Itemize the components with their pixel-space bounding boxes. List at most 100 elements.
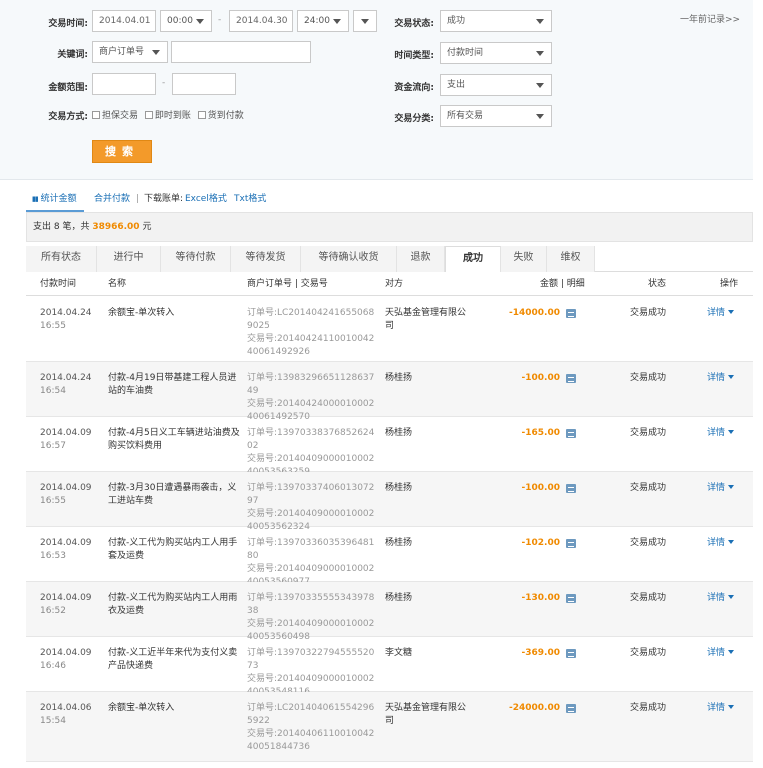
tab-awaiting-confirm[interactable]: 等待确认收货 (301, 246, 397, 272)
keyword-type-select[interactable]: 商户订单号 (92, 41, 168, 63)
detail-note-icon[interactable] (566, 704, 576, 713)
row-details-link[interactable]: 详情 (707, 427, 747, 440)
summary-bar: 支出 8 笔，共 38966.00 元 (26, 212, 753, 242)
chevron-down-icon (728, 485, 735, 489)
method-cod[interactable]: 货到付款 (197, 111, 244, 121)
chevron-down-icon (728, 375, 735, 379)
flow-label: 资金流向: (394, 83, 434, 93)
timetype-value: 付款时间 (447, 48, 484, 58)
chevron-down-icon (333, 19, 341, 24)
row-time: 2014.04.06 15:54 (40, 702, 100, 728)
row-clock: 16:52 (40, 606, 66, 616)
method-cod-label: 货到付款 (207, 111, 244, 121)
keyword-label: 关键词: (57, 50, 88, 60)
flow-value: 支出 (447, 80, 466, 90)
category-select[interactable]: 所有交易 (440, 105, 552, 127)
row-details-link[interactable]: 详情 (707, 537, 747, 550)
row-date: 2014.04.06 (40, 703, 92, 713)
row-amount: -102.00 (521, 538, 560, 548)
tab-success[interactable]: 成功 (445, 246, 501, 273)
date-to-input[interactable]: 2014.04.30 (229, 10, 293, 32)
search-button[interactable]: 搜索 (92, 140, 152, 163)
amount-dash: - (162, 78, 166, 88)
row-order-no: 订单号:LC2014042416550689025 (247, 308, 375, 331)
txt-download-link[interactable]: Txt格式 (234, 186, 266, 212)
detail-note-icon[interactable] (566, 594, 576, 603)
tab-awaiting-shipment[interactable]: 等待发货 (231, 246, 301, 272)
table-row: 2014.04.24 16:54 付款-4月19日带基建工程人员进站的车油费 订单号:… (26, 362, 753, 422)
detail-note-icon[interactable] (566, 649, 576, 658)
time-from-select[interactable]: 00:00 (160, 10, 212, 32)
merge-pay-link[interactable]: 合并付款 (94, 186, 130, 212)
checkbox-icon (92, 111, 100, 119)
excel-download-link[interactable]: Excel格式 (185, 186, 227, 212)
row-details-label: 详情 (707, 648, 726, 658)
row-time: 2014.04.09 16:46 (40, 647, 100, 673)
summary-amount: 38966.00 (92, 222, 140, 232)
detail-note-icon[interactable] (566, 374, 576, 383)
date-from-input[interactable]: 2014.04.01 (92, 10, 156, 32)
tab-refund[interactable]: 退款 (397, 246, 445, 272)
tab-awaiting-payment[interactable]: 等待付款 (161, 246, 231, 272)
method-escrow[interactable]: 担保交易 (92, 111, 138, 121)
row-date: 2014.04.09 (40, 538, 92, 548)
chevron-down-icon (536, 51, 544, 56)
detail-note-icon[interactable] (566, 429, 576, 438)
filter-panel: 交易时间: 2014.04.01 00:00 - 2014.04.30 24:0… (0, 0, 753, 180)
tab-in-progress[interactable]: 进行中 (97, 246, 161, 272)
status-select[interactable]: 成功 (440, 10, 552, 32)
stat-amount-tab[interactable]: ▮▮ 统计金额 (26, 186, 84, 212)
row-details-link[interactable]: 详情 (707, 592, 747, 605)
col-op: 操作 (720, 279, 739, 289)
row-order-no: 订单号:LC2014040615542965922 (247, 703, 375, 726)
row-amount: -14000.00 (509, 308, 560, 318)
detail-note-icon[interactable] (566, 309, 576, 318)
status-value: 成功 (447, 16, 466, 26)
method-label: 交易方式: (48, 112, 88, 122)
row-date: 2014.04.09 (40, 648, 92, 658)
row-time: 2014.04.09 16:52 (40, 592, 100, 618)
table-row: 2014.04.09 16:57 付款-4月5日义工车辆进站油费及购买饮料费用 订单号… (26, 417, 753, 477)
timetype-select[interactable]: 付款时间 (440, 42, 552, 64)
time-to-select[interactable]: 24:00 (297, 10, 349, 32)
amount-max-input[interactable] (172, 73, 236, 95)
method-instant[interactable]: 即时到账 (144, 111, 191, 121)
sub-toolbar: ▮▮ 统计金额 合并付款 | 下载账单: Excel格式 Txt格式 (26, 186, 753, 212)
row-clock: 16:57 (40, 441, 66, 451)
chevron-down-icon (728, 705, 735, 709)
row-details-link[interactable]: 详情 (707, 647, 747, 660)
row-party: 杨桂扬 (385, 593, 413, 603)
row-name: 余额宝-单次转入 (108, 703, 175, 713)
row-clock: 16:46 (40, 661, 66, 671)
row-trade-no: 交易号:2014042411001004240061492926 (247, 334, 375, 357)
chevron-down-icon (536, 114, 544, 119)
row-details-link[interactable]: 详情 (707, 307, 747, 320)
detail-note-icon[interactable] (566, 539, 576, 548)
row-details-link[interactable]: 详情 (707, 702, 747, 715)
flow-select[interactable]: 支出 (440, 74, 552, 96)
row-name: 付款-3月30日遭遇暴雨袭击，义工进站车费 (108, 483, 237, 506)
tab-all[interactable]: 所有状态 (26, 246, 97, 272)
tab-dispute[interactable]: 维权 (547, 246, 595, 272)
row-details-label: 详情 (707, 593, 726, 603)
row-order-no: 订单号:1397033603539648180 (247, 538, 375, 561)
chevron-down-icon (728, 650, 735, 654)
row-details-link[interactable]: 详情 (707, 372, 747, 385)
amount-min-input[interactable] (92, 73, 156, 95)
row-amount: -24000.00 (509, 703, 560, 713)
row-clock: 16:55 (40, 496, 66, 506)
col-status: 状态 (648, 279, 667, 289)
checkbox-icon (144, 111, 153, 119)
row-date: 2014.04.24 (40, 308, 92, 318)
row-status: 交易成功 (630, 648, 667, 658)
row-details-link[interactable]: 详情 (707, 482, 747, 495)
tab-failed[interactable]: 失败 (501, 246, 547, 272)
summary-prefix: 支出 8 笔，共 (33, 222, 93, 232)
year-ago-link[interactable]: 一年前记录>> (680, 12, 740, 25)
row-order-no: 订单号:1397032279455552073 (247, 648, 375, 671)
amount-label: 金额范围: (48, 83, 88, 93)
detail-note-icon[interactable] (566, 484, 576, 493)
row-details-label: 详情 (707, 703, 726, 713)
keyword-input[interactable] (171, 41, 311, 63)
method-options: 担保交易 即时到账 货到付款 (92, 108, 244, 121)
